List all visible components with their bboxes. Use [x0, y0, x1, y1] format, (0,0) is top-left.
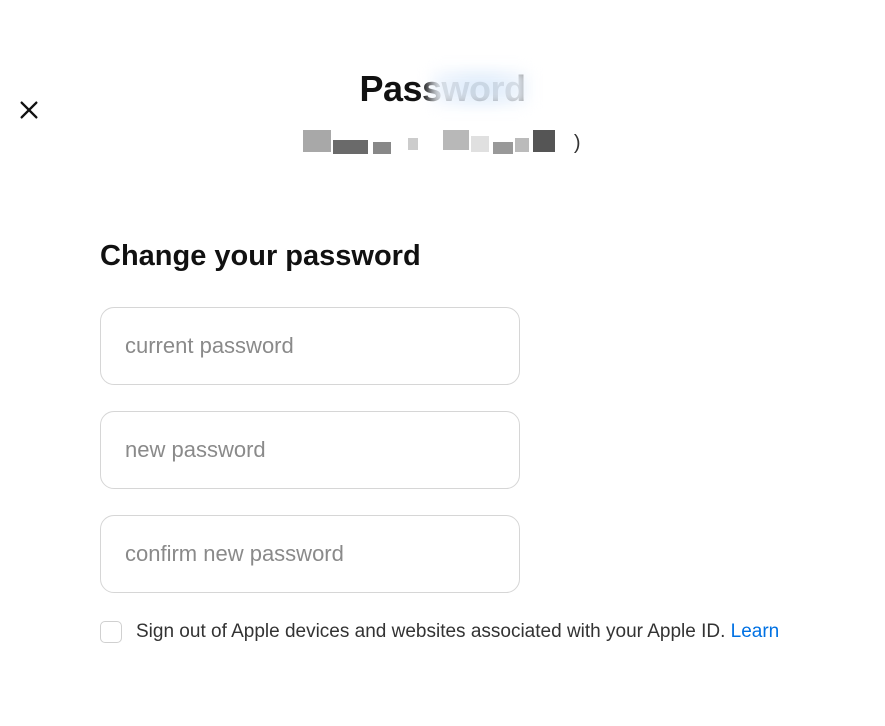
subtitle-trailing-paren: ) [574, 132, 581, 155]
confirm-password-input[interactable] [100, 515, 520, 593]
new-password-input[interactable] [100, 411, 520, 489]
avatar-blur [430, 68, 530, 108]
account-id-redacted: ) [293, 130, 593, 160]
close-icon [18, 99, 40, 121]
change-password-form: Change your password Sign out of Apple d… [0, 240, 885, 646]
signout-checkbox[interactable] [100, 621, 122, 643]
form-heading: Change your password [100, 240, 865, 273]
signout-option-row: Sign out of Apple devices and websites a… [100, 619, 865, 646]
close-button[interactable] [15, 96, 43, 124]
learn-more-link[interactable]: Learn [731, 621, 780, 642]
signout-text: Sign out of Apple devices and websites a… [136, 621, 731, 642]
signout-label: Sign out of Apple devices and websites a… [136, 619, 779, 646]
current-password-input[interactable] [100, 307, 520, 385]
